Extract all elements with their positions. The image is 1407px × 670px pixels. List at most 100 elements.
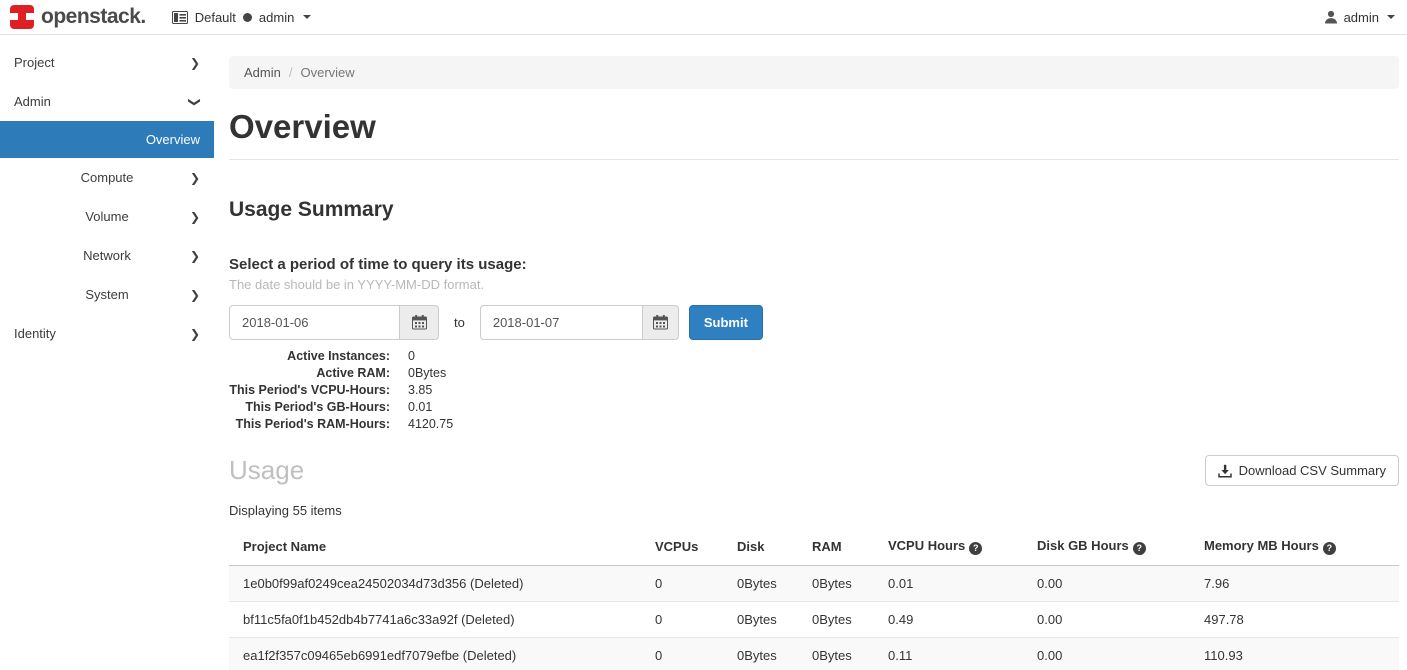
- cell-ram: 0Bytes: [798, 638, 874, 670]
- cell-disk-gb-hours: 0.00: [1023, 566, 1190, 602]
- download-csv-button[interactable]: Download CSV Summary: [1205, 455, 1399, 486]
- to-label: to: [454, 315, 465, 330]
- sidebar-item-network[interactable]: Network ❯: [0, 236, 214, 275]
- stat-value: 0: [408, 348, 415, 365]
- usage-summary-heading: Usage Summary: [229, 198, 1399, 222]
- cell-memory-mb-hours: 497.78: [1190, 602, 1399, 638]
- sidebar-item-label: System: [85, 287, 128, 302]
- chevron-down-icon: [1387, 15, 1395, 19]
- col-label: VCPU Hours: [888, 538, 965, 553]
- submit-button[interactable]: Submit: [689, 305, 763, 340]
- cell-disk-gb-hours: 0.00: [1023, 602, 1190, 638]
- download-icon: [1218, 464, 1232, 478]
- stat-label: This Period's RAM-Hours:: [229, 416, 390, 433]
- usage-table: Project Name VCPUs Disk RAM VCPU Hours D…: [229, 530, 1399, 670]
- col-label: Disk GB Hours: [1037, 538, 1129, 553]
- calendar-icon: [653, 315, 668, 330]
- cell-memory-mb-hours: 110.93: [1190, 638, 1399, 670]
- user-icon: [1324, 10, 1338, 24]
- chevron-right-icon: ❯: [190, 57, 200, 69]
- breadcrumb-divider: /: [289, 65, 293, 80]
- domain-list-icon: [172, 11, 188, 24]
- sidebar-item-identity[interactable]: Identity ❯: [0, 314, 214, 353]
- items-count: Displaying 55 items: [229, 503, 1399, 518]
- date-range-prompt: Select a period of time to query its usa…: [229, 256, 1399, 273]
- stat-ram-hours: This Period's RAM-Hours: 4120.75: [229, 416, 1399, 433]
- chevron-right-icon: ❯: [190, 250, 200, 262]
- stat-label: This Period's GB-Hours:: [229, 399, 390, 416]
- cell-vcpu-hours: 0.01: [874, 566, 1023, 602]
- stat-label: Active Instances:: [229, 348, 390, 365]
- chevron-right-icon: ❯: [190, 328, 200, 340]
- help-icon[interactable]: [1323, 542, 1336, 555]
- brand-wordmark: openstack.: [41, 5, 146, 29]
- sidebar-item-label: Identity: [14, 326, 56, 341]
- col-vcpus: VCPUs: [641, 530, 723, 566]
- stat-active-instances: Active Instances: 0: [229, 348, 1399, 365]
- breadcrumb-admin-link[interactable]: Admin: [244, 65, 281, 80]
- sidebar-item-compute[interactable]: Compute ❯: [0, 158, 214, 197]
- sidebar-item-overview-selected[interactable]: Overview: [0, 121, 214, 158]
- col-ram: RAM: [798, 530, 874, 566]
- user-menu-dropdown[interactable]: admin: [1324, 10, 1395, 25]
- usage-stats: Active Instances: 0 Active RAM: 0Bytes T…: [229, 348, 1399, 433]
- sidebar-item-label: Compute: [81, 170, 134, 185]
- breadcrumb: Admin / Overview: [229, 56, 1399, 89]
- cell-vcpus: 0: [641, 602, 723, 638]
- sidebar-item-admin[interactable]: Admin ❯: [0, 82, 214, 121]
- table-row: bf11c5fa0f1b452db4b7741a6c33a92f (Delete…: [229, 602, 1399, 638]
- cell-disk: 0Bytes: [723, 638, 798, 670]
- stat-value: 0.01: [408, 399, 432, 416]
- cell-ram: 0Bytes: [798, 566, 874, 602]
- col-label: Memory MB Hours: [1204, 538, 1319, 553]
- chevron-down-icon: [303, 15, 311, 19]
- cell-disk-gb-hours: 0.00: [1023, 638, 1190, 670]
- cell-disk: 0Bytes: [723, 566, 798, 602]
- breadcrumb-current: Overview: [300, 65, 354, 80]
- context-domain-label: Default: [195, 10, 236, 25]
- end-date-calendar-button[interactable]: [643, 305, 679, 340]
- calendar-icon: [412, 315, 427, 330]
- help-icon[interactable]: [1133, 542, 1146, 555]
- context-project-label: admin: [259, 10, 294, 25]
- sidebar-item-volume[interactable]: Volume ❯: [0, 197, 214, 236]
- cell-vcpu-hours: 0.11: [874, 638, 1023, 670]
- sidebar-item-system[interactable]: System ❯: [0, 275, 214, 314]
- cell-memory-mb-hours: 7.96: [1190, 566, 1399, 602]
- start-date-input[interactable]: [229, 305, 400, 340]
- date-range-form: to Submit: [229, 305, 1399, 340]
- stat-label: This Period's VCPU-Hours:: [229, 382, 390, 399]
- stat-gb-hours: This Period's GB-Hours: 0.01: [229, 399, 1399, 416]
- date-format-hint: The date should be in YYYY-MM-DD format.: [229, 277, 1399, 292]
- stat-vcpu-hours: This Period's VCPU-Hours: 3.85: [229, 382, 1399, 399]
- cell-project-name: ea1f2f357c09465eb6991edf7079efbe (Delete…: [229, 638, 641, 670]
- download-csv-label: Download CSV Summary: [1239, 463, 1386, 478]
- col-vcpu-hours: VCPU Hours: [874, 530, 1023, 566]
- chevron-right-icon: ❯: [190, 211, 200, 223]
- sidebar-item-label: Network: [83, 248, 131, 263]
- main-content: Admin / Overview Overview Usage Summary …: [214, 35, 1407, 670]
- stat-label: Active RAM:: [229, 365, 390, 382]
- user-menu-label: admin: [1344, 10, 1379, 25]
- cell-project-name: bf11c5fa0f1b452db4b7741a6c33a92f (Delete…: [229, 602, 641, 638]
- cell-vcpus: 0: [641, 638, 723, 670]
- sidebar-item-label: Project: [14, 55, 54, 70]
- sidebar-item-label: Overview: [146, 132, 200, 147]
- start-date-calendar-button[interactable]: [400, 305, 439, 340]
- chevron-right-icon: ❯: [190, 289, 200, 301]
- openstack-brand[interactable]: openstack.: [10, 5, 146, 29]
- usage-table-header-bar: Usage Download CSV Summary: [229, 455, 1399, 486]
- help-icon[interactable]: [969, 542, 982, 555]
- table-header-row: Project Name VCPUs Disk RAM VCPU Hours D…: [229, 530, 1399, 566]
- cell-vcpus: 0: [641, 566, 723, 602]
- sidebar-item-project[interactable]: Project ❯: [0, 43, 214, 82]
- sidebar-item-label: Admin: [14, 94, 51, 109]
- stat-value: 0Bytes: [408, 365, 446, 382]
- table-row: 1e0b0f99af0249cea24502034d73d356 (Delete…: [229, 566, 1399, 602]
- col-disk: Disk: [723, 530, 798, 566]
- stat-value: 3.85: [408, 382, 432, 399]
- context-switcher-dropdown[interactable]: Default admin: [172, 10, 312, 25]
- table-row: ea1f2f357c09465eb6991edf7079efbe (Delete…: [229, 638, 1399, 670]
- end-date-input[interactable]: [480, 305, 643, 340]
- sidebar-nav: Project ❯ Admin ❯ Overview Compute ❯ Vol…: [0, 35, 214, 670]
